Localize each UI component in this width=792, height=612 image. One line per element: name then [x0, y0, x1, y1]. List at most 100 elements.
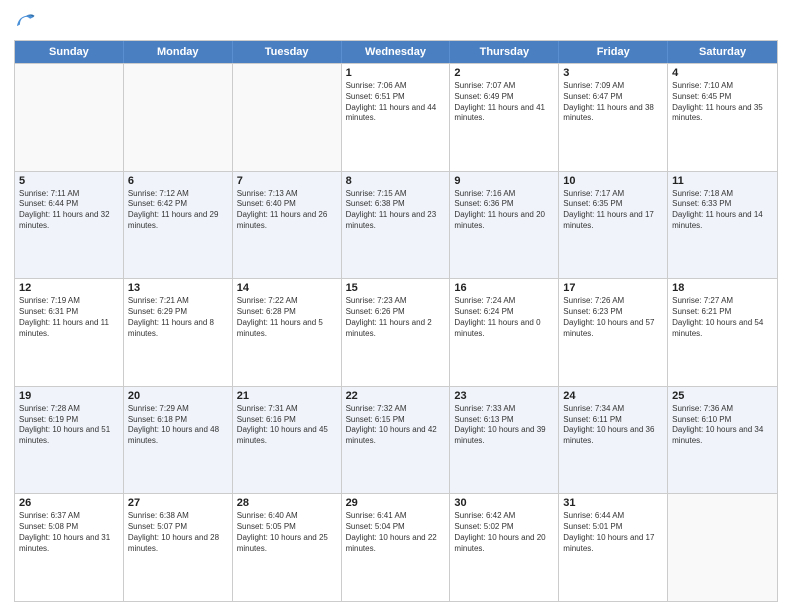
week-row-2: 5 Sunrise: 7:11 AM Sunset: 6:44 PM Daylig… — [15, 171, 777, 279]
cal-cell-14: 14 Sunrise: 7:22 AM Sunset: 6:28 PM Dayli… — [233, 279, 342, 386]
day-number: 4 — [672, 67, 773, 79]
cal-cell-23: 23 Sunrise: 7:33 AM Sunset: 6:13 PM Dayli… — [450, 387, 559, 494]
day-info: Sunrise: 7:27 AM Sunset: 6:21 PM Dayligh… — [672, 296, 773, 339]
week-row-5: 26 Sunrise: 6:37 AM Sunset: 5:08 PM Dayli… — [15, 493, 777, 601]
day-info: Sunrise: 7:23 AM Sunset: 6:26 PM Dayligh… — [346, 296, 446, 339]
cal-cell-9: 9 Sunrise: 7:16 AM Sunset: 6:36 PM Daylig… — [450, 172, 559, 279]
cal-cell-16: 16Sunrise: 7:24 AM Sunset: 6:24 PM Dayli… — [450, 279, 559, 386]
cal-cell-3: 3 Sunrise: 7:09 AM Sunset: 6:47 PM Daylig… — [559, 64, 668, 171]
cal-cell-18: 18 Sunrise: 7:27 AM Sunset: 6:21 PM Dayli… — [668, 279, 777, 386]
day-number: 21 — [237, 390, 337, 402]
cal-cell-12: 12Sunrise: 7:19 AM Sunset: 6:31 PM Dayli… — [15, 279, 124, 386]
day-number: 17 — [563, 282, 663, 294]
cal-cell-7: 7 Sunrise: 7:13 AM Sunset: 6:40 PM Daylig… — [233, 172, 342, 279]
cal-cell-29: 29 Sunrise: 6:41 AM Sunset: 5:04 PM Dayli… — [342, 494, 451, 601]
day-info: Sunrise: 7:26 AM Sunset: 6:23 PM Dayligh… — [563, 296, 663, 339]
week-row-3: 12Sunrise: 7:19 AM Sunset: 6:31 PM Dayli… — [15, 278, 777, 386]
day-info: Sunrise: 7:28 AM Sunset: 6:19 PM Dayligh… — [19, 404, 119, 447]
day-number: 9 — [454, 175, 554, 187]
day-number: 5 — [19, 175, 119, 187]
week-row-1: 1 Sunrise: 7:06 AM Sunset: 6:51 PM Daylig… — [15, 63, 777, 171]
logo — [14, 10, 40, 32]
cal-cell-empty-6 — [668, 494, 777, 601]
day-info: Sunrise: 7:22 AM Sunset: 6:28 PM Dayligh… — [237, 296, 337, 339]
day-info: Sunrise: 7:34 AM Sunset: 6:11 PM Dayligh… — [563, 404, 663, 447]
weekday-header-monday: Monday — [124, 41, 233, 63]
day-info: Sunrise: 7:09 AM Sunset: 6:47 PM Dayligh… — [563, 81, 663, 124]
day-number: 23 — [454, 390, 554, 402]
page: SundayMondayTuesdayWednesdayThursdayFrid… — [0, 0, 792, 612]
day-number: 30 — [454, 497, 554, 509]
day-info: Sunrise: 7:16 AM Sunset: 6:36 PM Dayligh… — [454, 189, 554, 232]
cal-cell-6: 6 Sunrise: 7:12 AM Sunset: 6:42 PM Daylig… — [124, 172, 233, 279]
day-info: Sunrise: 7:17 AM Sunset: 6:35 PM Dayligh… — [563, 189, 663, 232]
day-number: 3 — [563, 67, 663, 79]
day-info: Sunrise: 7:29 AM Sunset: 6:18 PM Dayligh… — [128, 404, 228, 447]
day-number: 15 — [346, 282, 446, 294]
day-number: 24 — [563, 390, 663, 402]
day-number: 16 — [454, 282, 554, 294]
day-info: Sunrise: 7:31 AM Sunset: 6:16 PM Dayligh… — [237, 404, 337, 447]
logo-icon — [14, 10, 36, 32]
day-info: Sunrise: 6:44 AM Sunset: 5:01 PM Dayligh… — [563, 511, 663, 554]
header — [14, 10, 778, 32]
day-info: Sunrise: 6:40 AM Sunset: 5:05 PM Dayligh… — [237, 511, 337, 554]
day-info: Sunrise: 7:12 AM Sunset: 6:42 PM Dayligh… — [128, 189, 228, 232]
day-info: Sunrise: 6:41 AM Sunset: 5:04 PM Dayligh… — [346, 511, 446, 554]
weekday-header-saturday: Saturday — [668, 41, 777, 63]
day-info: Sunrise: 6:37 AM Sunset: 5:08 PM Dayligh… — [19, 511, 119, 554]
day-info: Sunrise: 7:15 AM Sunset: 6:38 PM Dayligh… — [346, 189, 446, 232]
day-number: 13 — [128, 282, 228, 294]
day-info: Sunrise: 7:32 AM Sunset: 6:15 PM Dayligh… — [346, 404, 446, 447]
week-row-4: 19 Sunrise: 7:28 AM Sunset: 6:19 PM Dayli… — [15, 386, 777, 494]
day-number: 1 — [346, 67, 446, 79]
weekday-header-wednesday: Wednesday — [342, 41, 451, 63]
day-info: Sunrise: 7:21 AM Sunset: 6:29 PM Dayligh… — [128, 296, 228, 339]
day-info: Sunrise: 7:10 AM Sunset: 6:45 PM Dayligh… — [672, 81, 773, 124]
calendar-header-row: SundayMondayTuesdayWednesdayThursdayFrid… — [15, 41, 777, 63]
cal-cell-empty-0 — [15, 64, 124, 171]
day-info: Sunrise: 7:13 AM Sunset: 6:40 PM Dayligh… — [237, 189, 337, 232]
day-info: Sunrise: 7:06 AM Sunset: 6:51 PM Dayligh… — [346, 81, 446, 124]
cal-cell-26: 26 Sunrise: 6:37 AM Sunset: 5:08 PM Dayli… — [15, 494, 124, 601]
day-number: 10 — [563, 175, 663, 187]
cal-cell-2: 2Sunrise: 7:07 AM Sunset: 6:49 PM Daylig… — [450, 64, 559, 171]
weekday-header-sunday: Sunday — [15, 41, 124, 63]
day-info: Sunrise: 7:07 AM Sunset: 6:49 PM Dayligh… — [454, 81, 554, 124]
weekday-header-thursday: Thursday — [450, 41, 559, 63]
day-number: 18 — [672, 282, 773, 294]
calendar: SundayMondayTuesdayWednesdayThursdayFrid… — [14, 40, 778, 602]
day-info: Sunrise: 6:38 AM Sunset: 5:07 PM Dayligh… — [128, 511, 228, 554]
day-info: Sunrise: 7:33 AM Sunset: 6:13 PM Dayligh… — [454, 404, 554, 447]
day-info: Sunrise: 7:11 AM Sunset: 6:44 PM Dayligh… — [19, 189, 119, 232]
cal-cell-5: 5 Sunrise: 7:11 AM Sunset: 6:44 PM Daylig… — [15, 172, 124, 279]
day-number: 11 — [672, 175, 773, 187]
day-number: 14 — [237, 282, 337, 294]
day-info: Sunrise: 7:18 AM Sunset: 6:33 PM Dayligh… — [672, 189, 773, 232]
day-number: 28 — [237, 497, 337, 509]
day-number: 6 — [128, 175, 228, 187]
day-number: 25 — [672, 390, 773, 402]
cal-cell-empty-1 — [124, 64, 233, 171]
cal-cell-11: 11 Sunrise: 7:18 AM Sunset: 6:33 PM Dayli… — [668, 172, 777, 279]
day-number: 20 — [128, 390, 228, 402]
cal-cell-10: 10 Sunrise: 7:17 AM Sunset: 6:35 PM Dayli… — [559, 172, 668, 279]
cal-cell-4: 4 Sunrise: 7:10 AM Sunset: 6:45 PM Daylig… — [668, 64, 777, 171]
cal-cell-24: 24 Sunrise: 7:34 AM Sunset: 6:11 PM Dayli… — [559, 387, 668, 494]
cal-cell-8: 8Sunrise: 7:15 AM Sunset: 6:38 PM Daylig… — [342, 172, 451, 279]
day-info: Sunrise: 6:42 AM Sunset: 5:02 PM Dayligh… — [454, 511, 554, 554]
day-number: 7 — [237, 175, 337, 187]
day-number: 19 — [19, 390, 119, 402]
cal-cell-30: 30 Sunrise: 6:42 AM Sunset: 5:02 PM Dayli… — [450, 494, 559, 601]
weekday-header-tuesday: Tuesday — [233, 41, 342, 63]
cal-cell-21: 21 Sunrise: 7:31 AM Sunset: 6:16 PM Dayli… — [233, 387, 342, 494]
day-info: Sunrise: 7:19 AM Sunset: 6:31 PM Dayligh… — [19, 296, 119, 339]
cal-cell-31: 31 Sunrise: 6:44 AM Sunset: 5:01 PM Dayli… — [559, 494, 668, 601]
day-number: 29 — [346, 497, 446, 509]
day-number: 26 — [19, 497, 119, 509]
weekday-header-friday: Friday — [559, 41, 668, 63]
day-number: 31 — [563, 497, 663, 509]
cal-cell-27: 27Sunrise: 6:38 AM Sunset: 5:07 PM Dayli… — [124, 494, 233, 601]
cal-cell-13: 13 Sunrise: 7:21 AM Sunset: 6:29 PM Dayli… — [124, 279, 233, 386]
cal-cell-empty-2 — [233, 64, 342, 171]
